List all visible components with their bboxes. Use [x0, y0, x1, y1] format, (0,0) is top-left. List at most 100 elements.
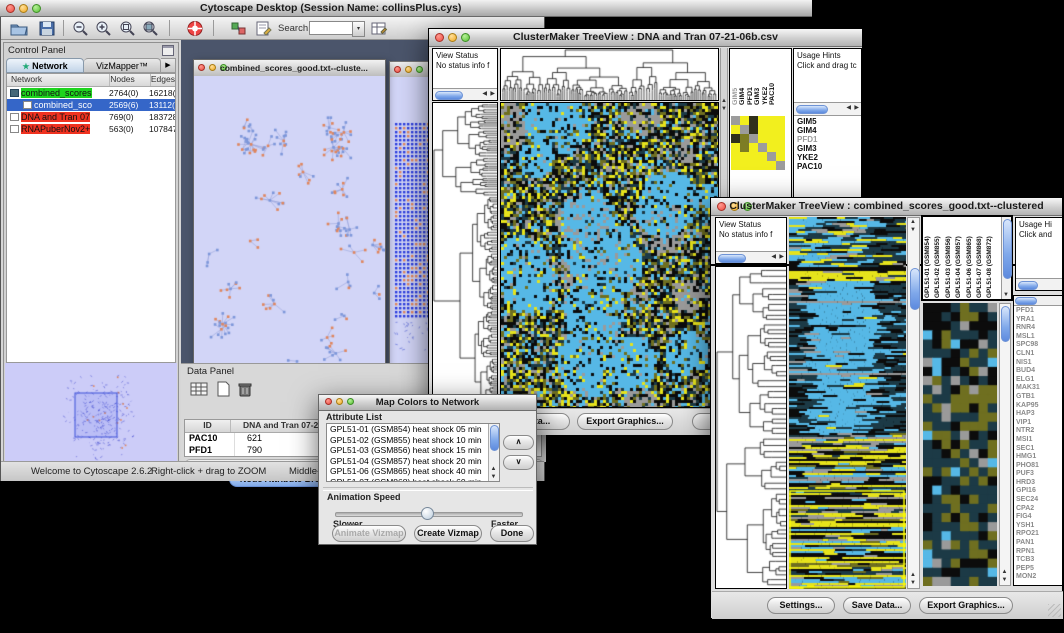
network-table-row[interactable]: combined_scores 2764(0) 16218(0): [7, 87, 175, 99]
gene-column-label[interactable]: YKE2: [762, 55, 769, 105]
gene-label[interactable]: PHO81: [1016, 462, 1040, 471]
gene-label[interactable]: PEP5: [1016, 565, 1040, 574]
zoom-in-icon[interactable]: [94, 20, 114, 37]
cytoscape-titlebar[interactable]: Cytoscape Desktop (Session Name: collins…: [0, 0, 812, 17]
attribute-list-item[interactable]: GPL51-03 (GSM856) heat shock 15 min: [327, 445, 499, 456]
gene-dendrogram-panel[interactable]: [432, 102, 498, 408]
matrix-cell[interactable]: [740, 134, 749, 143]
float-panel-icon[interactable]: [162, 45, 174, 56]
matrix-cell[interactable]: [758, 143, 767, 152]
matrix-cell[interactable]: [767, 143, 776, 152]
export-graphics-button[interactable]: Export Graphics...: [919, 597, 1013, 614]
move-down-button[interactable]: ∨: [503, 455, 534, 470]
open-file-icon[interactable]: [9, 20, 29, 37]
attribute-list[interactable]: GPL51-01 (GSM854) heat shock 05 min GPL51…: [326, 423, 500, 482]
tab-overflow-button[interactable]: ▶: [161, 58, 176, 73]
matrix-cell[interactable]: [749, 161, 758, 170]
gene-label[interactable]: PAN1: [1016, 539, 1040, 548]
tab-network[interactable]: ★ Network: [6, 58, 84, 73]
matrix-cell[interactable]: [758, 116, 767, 125]
matrix-cell[interactable]: [776, 143, 785, 152]
matrix-cell[interactable]: [758, 125, 767, 134]
zoom-selected-icon[interactable]: [118, 20, 138, 37]
matrix-cell[interactable]: [767, 134, 776, 143]
gene-dendrogram-canvas[interactable]: [716, 267, 786, 588]
usage-scrollbar[interactable]: [1016, 278, 1062, 290]
matrix-cell[interactable]: [731, 152, 740, 161]
gene-label[interactable]: VIP1: [1016, 419, 1040, 428]
array-column-label[interactable]: GPL51-02 (GSM855): [934, 218, 944, 298]
matrix-cell[interactable]: [767, 161, 776, 170]
attribute-list-item[interactable]: GPL51-07 (GSM868) heat shock 60 min: [327, 477, 499, 483]
matrix-cell[interactable]: [749, 134, 758, 143]
global-heatmap-canvas[interactable]: [789, 217, 906, 589]
array-column-label[interactable]: GPL51-03 (GSM856): [945, 218, 955, 298]
help-lifering-icon[interactable]: [185, 20, 205, 37]
new-document-icon[interactable]: [213, 380, 233, 398]
network-table-row[interactable]: DNA and Tran 07 769(0) 183728(0): [7, 111, 175, 123]
similarity-matrix[interactable]: [731, 116, 785, 170]
network-table-row[interactable]: combined_sco 2569(6) 13112(15): [7, 99, 175, 111]
global-heatmap-panel[interactable]: [500, 102, 719, 408]
network-canvas[interactable]: [194, 76, 385, 363]
gene-label[interactable]: CPA2: [1016, 505, 1040, 514]
gene-label[interactable]: PUF3: [1016, 470, 1040, 479]
attribute-browser-icon[interactable]: [369, 20, 389, 37]
gene-label[interactable]: HAP3: [1016, 410, 1040, 419]
gene-column-label[interactable]: GIM4: [739, 55, 746, 105]
col-network[interactable]: Network: [7, 74, 110, 86]
minimize-icon[interactable]: [19, 4, 28, 13]
gene-row-label[interactable]: GIM3: [797, 144, 822, 153]
trash-icon[interactable]: [235, 380, 255, 398]
matrix-cell[interactable]: [767, 116, 776, 125]
col-edges[interactable]: Edges: [151, 74, 175, 86]
gene-dendrogram-panel[interactable]: [715, 266, 787, 589]
view-status-scrollbar[interactable]: ◀▶: [716, 251, 786, 263]
settings-button[interactable]: Settings...: [767, 597, 835, 614]
gene-label[interactable]: SEC1: [1016, 445, 1040, 454]
col-id[interactable]: ID: [185, 420, 231, 432]
heatmap-vscrollbar[interactable]: ▲ ▼ ▲ ▼: [907, 217, 920, 589]
matrix-cell[interactable]: [776, 161, 785, 170]
array-labels-scrollbar[interactable]: ▼: [1001, 217, 1011, 299]
matrix-cell[interactable]: [776, 116, 785, 125]
table-grid-icon[interactable]: [189, 380, 209, 398]
matrix-cell[interactable]: [767, 152, 776, 161]
matrix-cell[interactable]: [731, 125, 740, 134]
zoom-fit-icon[interactable]: [141, 20, 161, 37]
gene-label[interactable]: MAK31: [1016, 384, 1040, 393]
vizmapper-squares-icon[interactable]: [229, 20, 249, 37]
array-column-label[interactable]: GPL51-04 (GSM857): [955, 218, 965, 298]
gene-column-label[interactable]: PAC10: [769, 55, 776, 105]
annotation-icon[interactable]: [253, 20, 273, 37]
gene-label[interactable]: YSH1: [1016, 522, 1040, 531]
matrix-cell[interactable]: [776, 152, 785, 161]
network-view-window-1[interactable]: combined_scores_good.txt--cluste...: [193, 59, 386, 363]
gene-label[interactable]: TCB3: [1016, 556, 1040, 565]
gene-label[interactable]: MON2: [1016, 573, 1040, 582]
window-controls[interactable]: [394, 66, 423, 73]
matrix-cell[interactable]: [749, 116, 758, 125]
close-icon[interactable]: [6, 4, 15, 13]
gene-column-label[interactable]: GIM3: [754, 55, 761, 105]
export-graphics-button[interactable]: Export Graphics...: [577, 413, 673, 430]
zoom-out-icon[interactable]: [71, 20, 91, 37]
col-nodes[interactable]: Nodes: [110, 74, 151, 86]
array-column-label[interactable]: GPL51-08 (GSM872): [986, 218, 996, 298]
search-dropdown-button[interactable]: ▾: [352, 21, 365, 37]
matrix-cell[interactable]: [731, 134, 740, 143]
gene-label[interactable]: PFD1: [1016, 307, 1040, 316]
matrix-cell[interactable]: [731, 161, 740, 170]
network-overview-thumbnail[interactable]: [5, 363, 177, 475]
zoom-heatmap-panel[interactable]: [923, 303, 997, 586]
gene-row-label[interactable]: PFD1: [797, 135, 822, 144]
matrix-cell[interactable]: [749, 152, 758, 161]
gene-label[interactable]: HRD3: [1016, 479, 1040, 488]
matrix-cell[interactable]: [758, 161, 767, 170]
gene-label[interactable]: SEC24: [1016, 496, 1040, 505]
zoom-vscrollbar[interactable]: ▲ ▼: [999, 303, 1011, 586]
treeview-window-combined[interactable]: ClusterMaker TreeView : combined_scores_…: [710, 197, 1063, 619]
attribute-list-item[interactable]: GPL51-01 (GSM854) heat shock 05 min: [327, 424, 499, 435]
create-vizmap-button[interactable]: Create Vizmap: [414, 525, 482, 542]
gene-label[interactable]: RPN1: [1016, 548, 1040, 557]
